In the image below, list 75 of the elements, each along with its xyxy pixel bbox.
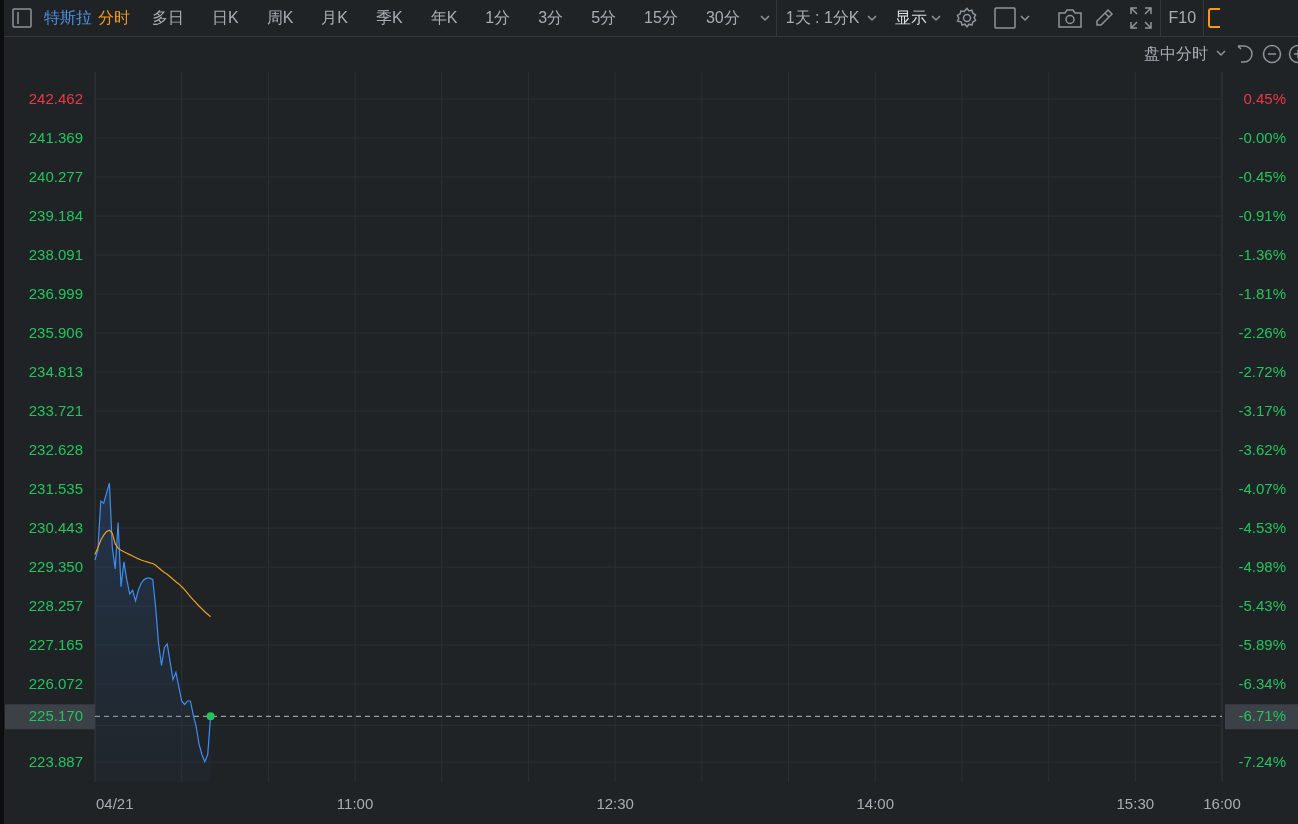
percent-label: -5.43% — [1238, 597, 1286, 615]
price-label: 227.165 — [28, 636, 83, 654]
range-dropdown[interactable]: 1天 : 1分K — [776, 1, 887, 35]
time-label: 15:30 — [1116, 795, 1155, 812]
percent-label: -0.00% — [1238, 129, 1286, 147]
percent-label: -3.17% — [1238, 402, 1286, 420]
stock-name: 特斯拉 — [43, 8, 93, 28]
period-tab[interactable]: 分时 — [98, 1, 138, 35]
period-tab[interactable]: 3分 — [524, 1, 578, 35]
percent-label: -3.62% — [1238, 441, 1286, 459]
percent-label: -0.45% — [1238, 168, 1286, 186]
period-tab[interactable]: 1分 — [471, 1, 525, 35]
display-dropdown[interactable]: 显示 — [886, 1, 951, 35]
period-tab[interactable]: 月K — [307, 1, 362, 35]
caret-icon — [1216, 50, 1226, 57]
percent-label: -2.26% — [1238, 324, 1286, 342]
caret-icon — [931, 14, 942, 22]
percent-label: 0.45% — [1243, 90, 1286, 108]
fullscreen-icon[interactable] — [1130, 7, 1153, 29]
zoom-out-icon[interactable] — [1262, 43, 1282, 64]
price-label: 228.257 — [28, 597, 83, 615]
period-tab[interactable]: 5分 — [577, 1, 631, 35]
percent-label: -1.81% — [1238, 285, 1286, 303]
price-label: 230.443 — [28, 519, 83, 537]
percent-label: -4.98% — [1238, 558, 1286, 576]
settings-icon[interactable] — [956, 7, 979, 29]
mode-dropdown[interactable]: 盘中分时 — [1140, 41, 1230, 66]
zoom-in-icon[interactable] — [1288, 43, 1298, 64]
price-label: 223.887 — [28, 753, 83, 771]
price-label: 242.462 — [28, 90, 83, 108]
price-label: 229.350 — [28, 558, 83, 576]
current-percent: -6.71% — [1238, 707, 1286, 725]
time-label: 11:00 — [336, 795, 374, 812]
time-label: 12:30 — [596, 795, 634, 812]
f10-button[interactable]: F10 — [1161, 1, 1204, 35]
caret-icon — [867, 14, 878, 22]
price-label: 233.721 — [28, 402, 83, 420]
price-label: 241.369 — [28, 129, 83, 147]
caret-icon[interactable] — [1020, 14, 1031, 22]
time-label: 16:00 — [1203, 795, 1241, 812]
date-label: 04/21 — [96, 795, 134, 812]
percent-label: -4.07% — [1238, 480, 1286, 498]
price-label: 238.091 — [28, 246, 83, 264]
caret-icon[interactable] — [759, 14, 770, 22]
period-tab[interactable]: 15分 — [630, 1, 692, 35]
time-label: 14:00 — [856, 795, 894, 812]
price-label: 239.184 — [28, 207, 83, 225]
percent-label: -0.91% — [1238, 207, 1286, 225]
last-price-dot — [206, 712, 215, 721]
price-label: 234.813 — [28, 363, 83, 381]
percent-label: -5.89% — [1238, 636, 1286, 654]
price-label: 232.628 — [28, 441, 83, 459]
period-tab[interactable]: 年K — [416, 1, 472, 35]
period-tab[interactable]: 30分 — [691, 1, 754, 35]
period-tab[interactable]: 周K — [252, 1, 308, 35]
percent-label: -4.53% — [1238, 519, 1286, 537]
camera-icon[interactable] — [1058, 8, 1083, 28]
percent-label: -1.36% — [1238, 246, 1286, 264]
current-price: 225.170 — [28, 707, 83, 725]
panel-icon[interactable] — [1208, 8, 1221, 28]
price-label: 240.277 — [28, 168, 83, 186]
undo-icon[interactable] — [1236, 43, 1254, 64]
percent-label: -7.24% — [1238, 753, 1286, 771]
period-tab[interactable]: 多日 — [138, 1, 198, 35]
price-label: 236.999 — [28, 285, 83, 303]
pencil-icon[interactable] — [1094, 8, 1115, 28]
price-label: 235.906 — [28, 324, 83, 342]
percent-label: -6.34% — [1238, 675, 1286, 693]
price-label: 226.072 — [28, 675, 83, 693]
price-label: 231.535 — [28, 480, 83, 498]
sidebar-toggle-icon[interactable] — [12, 8, 32, 28]
square-icon[interactable] — [994, 7, 1017, 29]
period-tab[interactable]: 季K — [362, 1, 417, 35]
percent-label: -2.72% — [1238, 363, 1286, 381]
period-tab[interactable]: 日K — [198, 1, 253, 35]
